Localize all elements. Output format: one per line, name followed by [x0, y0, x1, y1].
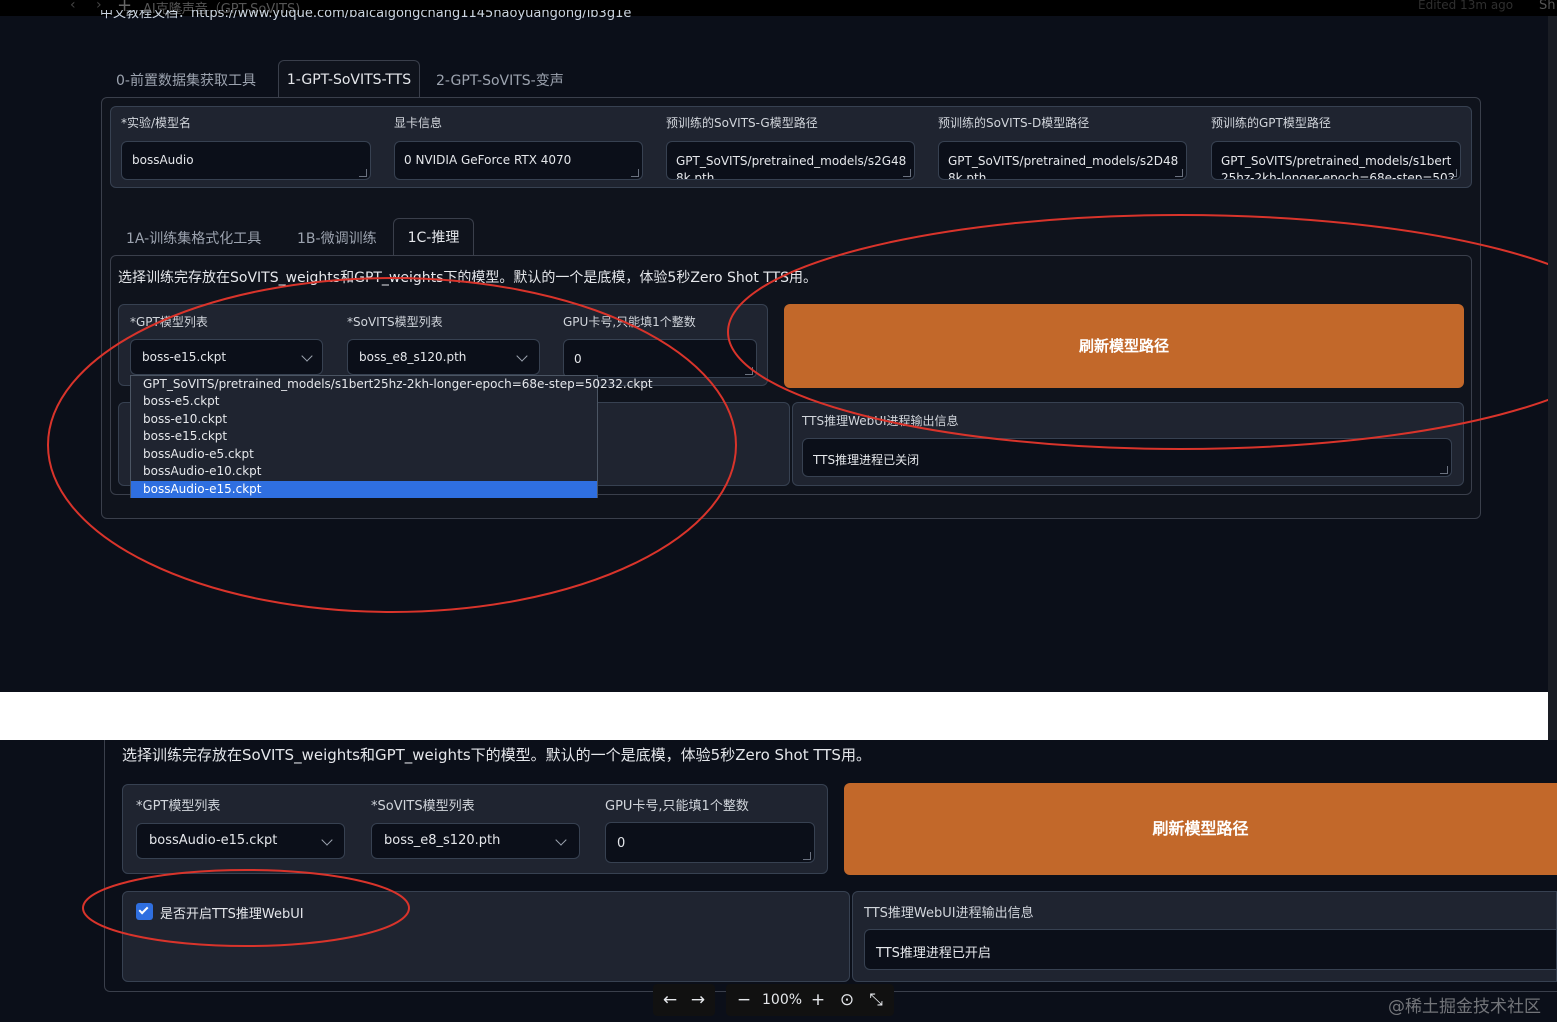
chevron-down-icon: [301, 350, 313, 362]
gpt-list-label: *GPT模型列表: [130, 315, 208, 329]
tab-voice-change[interactable]: 2-GPT-SoVITS-变声: [436, 70, 564, 90]
tab-tts[interactable]: 1-GPT-SoVITS-TTS: [278, 60, 420, 98]
sovits-g-field[interactable]: GPT_SoVITS/pretrained_models/s2G488k.pth: [666, 141, 915, 180]
collapse-icon[interactable]: ⤡: [866, 991, 886, 1009]
back-arrow-icon[interactable]: ←: [660, 991, 680, 1009]
subtab-inference[interactable]: 1C-推理: [393, 218, 474, 256]
dropdown-option[interactable]: boss-e10.ckpt: [131, 411, 597, 428]
tab-preprocess[interactable]: 0-前置数据集获取工具: [116, 70, 256, 90]
gpt-model-dropdown: GPT_SoVITS/pretrained_models/s1bert25hz-…: [130, 375, 653, 498]
dropdown-option[interactable]: GPT_SoVITS/pretrained_models/s1bert25hz-…: [131, 376, 653, 393]
refresh-models-button-2[interactable]: 刷新模型路径: [844, 783, 1557, 875]
gpu-id-input[interactable]: 0: [563, 339, 757, 378]
tutorial-link[interactable]: 中文教程文档：https://www.yuque.com/baicaigongc…: [100, 10, 660, 22]
dropdown-option[interactable]: bossAudio-e10.ckpt: [131, 463, 597, 480]
fit-icon[interactable]: ⊙: [837, 991, 857, 1009]
inference-description-2: 选择训练完存放在SoVITS_weights和GPT_weights下的模型。默…: [122, 746, 871, 764]
subtab-finetune[interactable]: 1B-微调训练: [297, 228, 377, 248]
gpu-id-input-2[interactable]: 0: [605, 822, 815, 863]
scrollbar[interactable]: [1548, 16, 1557, 692]
sovits-list-label-2: *SoVITS模型列表: [371, 799, 475, 814]
subtab-format[interactable]: 1A-训练集格式化工具: [126, 228, 261, 248]
chevron-down-icon: [555, 834, 567, 846]
gpu-id-label-2: GPU卡号,只能填1个整数: [605, 799, 749, 814]
edited-time: Edited 13m ago: [1418, 0, 1514, 12]
forward-arrow-icon[interactable]: →: [688, 991, 708, 1009]
dropdown-option[interactable]: boss-e5.ckpt: [131, 393, 597, 410]
check-icon: [138, 904, 149, 915]
zoom-level: 100%: [762, 992, 803, 1008]
output-field[interactable]: TTS推理进程已关闭: [802, 438, 1452, 477]
webui-checkbox[interactable]: [136, 903, 153, 920]
webui-checkbox-label[interactable]: 是否开启TTS推理WebUI: [160, 903, 304, 922]
sovits-d-label: 预训练的SoVITS-D模型路径: [938, 116, 1090, 130]
dropdown-option[interactable]: boss-e15.ckpt: [131, 428, 597, 445]
sovits-d-field[interactable]: GPT_SoVITS/pretrained_models/s2D488k.pth: [938, 141, 1187, 180]
inference-description: 选择训练完存放在SoVITS_weights和GPT_weights下的模型。默…: [118, 270, 818, 286]
chevron-down-icon: [516, 350, 528, 362]
output-field-2[interactable]: TTS推理进程已开启: [864, 929, 1557, 970]
sovits-list-label: *SoVITS模型列表: [347, 315, 443, 329]
experiment-group: *实验/模型名: [121, 114, 371, 131]
gpt-pretrained-field[interactable]: GPT_SoVITS/pretrained_models/s1bert25hz-…: [1211, 141, 1461, 180]
experiment-label: *实验/模型名: [121, 116, 192, 130]
output-label: TTS推理WebUI进程输出信息: [802, 414, 959, 428]
share-button[interactable]: Sh: [1539, 0, 1556, 13]
gpu-id-label: GPU卡号,只能填1个整数: [563, 315, 696, 329]
gpt-list-label-2: *GPT模型列表: [136, 799, 221, 814]
zoom-in-icon[interactable]: +: [808, 991, 828, 1009]
back-arrow-icon[interactable]: ‹: [70, 0, 76, 13]
refresh-models-button[interactable]: 刷新模型路径: [784, 304, 1464, 388]
gpu-info-field[interactable]: 0 NVIDIA GeForce RTX 4070: [394, 141, 643, 180]
watermark: @稀土掘金技术社区: [1388, 997, 1541, 1017]
dropdown-option-highlighted[interactable]: bossAudio-e15.ckpt: [131, 481, 597, 498]
gpt-model-select-2[interactable]: bossAudio-e15.ckpt: [136, 823, 345, 859]
output-label-2: TTS推理WebUI进程输出信息: [864, 906, 1034, 921]
dropdown-option[interactable]: bossAudio-e5.ckpt: [131, 446, 597, 463]
sovits-model-select[interactable]: boss_e8_s120.pth: [347, 339, 540, 375]
gpu-info-label: 显卡信息: [394, 116, 443, 130]
zoom-out-icon[interactable]: −: [734, 991, 754, 1009]
sovits-model-select-2[interactable]: boss_e8_s120.pth: [371, 823, 580, 859]
gpt-pretrained-label: 预训练的GPT模型路径: [1211, 116, 1331, 130]
experiment-input[interactable]: bossAudio: [121, 141, 371, 180]
separator-edge: [1548, 692, 1557, 740]
screenshot-separator: [0, 692, 1548, 740]
gpt-model-select[interactable]: boss-e15.ckpt: [130, 339, 323, 375]
sovits-g-label: 预训练的SoVITS-G模型路径: [666, 116, 818, 130]
chevron-down-icon: [321, 834, 333, 846]
